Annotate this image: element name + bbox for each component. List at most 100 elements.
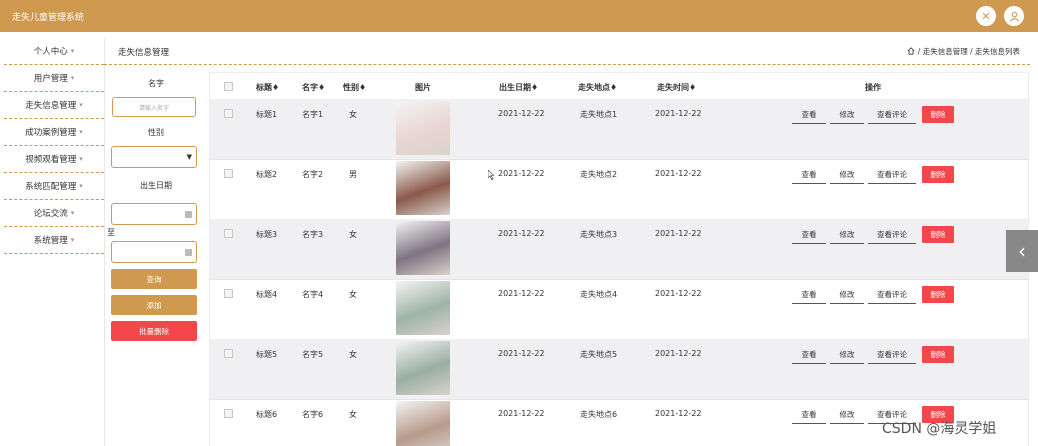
row-checkbox[interactable] — [224, 349, 233, 358]
child-photo — [396, 281, 450, 335]
select-all-checkbox[interactable] — [224, 82, 233, 91]
header-birth[interactable]: 出生日期♦ — [499, 82, 538, 93]
table-row: 标题3 名字3 女 2021-12-22 走失地点3 2021-12-22 查看 修改 查看评论… — [210, 219, 1028, 280]
row-checkbox[interactable] — [224, 109, 233, 118]
edit-button[interactable]: 修改 — [830, 106, 864, 124]
sidebar-item[interactable]: 用户管理 ▾ — [4, 65, 104, 92]
sidebar-item[interactable]: 走失信息管理 ▾ — [4, 92, 104, 119]
delete-button[interactable]: 删除 — [922, 286, 954, 303]
cell-place: 走失地点1 — [580, 110, 618, 119]
sidebar-item-label: 走失信息管理 — [25, 101, 77, 111]
edit-button[interactable]: 修改 — [830, 166, 864, 184]
sidebar-item-label: 论坛交流 — [33, 209, 68, 219]
cell-birth: 2021-12-22 — [498, 289, 545, 298]
close-icon[interactable]: ✕ — [976, 6, 996, 26]
birth-start-input[interactable] — [111, 203, 197, 225]
query-button[interactable]: 查询 — [111, 269, 197, 289]
cell-name: 名字6 — [302, 410, 324, 419]
cell-time: 2021-12-22 — [655, 229, 702, 238]
view-comments-button[interactable]: 查看评论 — [868, 346, 916, 364]
delete-button[interactable]: 删除 — [922, 106, 954, 123]
cell-birth: 2021-12-22 — [498, 169, 545, 178]
add-button[interactable]: 添加 — [111, 295, 197, 315]
breadcrumb-bar: 走失信息管理 / 走失信息管理 / 走失信息列表 — [104, 38, 1030, 65]
page-title: 走失信息管理 — [118, 48, 170, 58]
cell-title: 标题2 — [256, 170, 278, 179]
child-photo — [396, 341, 450, 395]
sidebar-item[interactable]: 论坛交流 ▾ — [4, 200, 104, 227]
cell-birth: 2021-12-22 — [498, 109, 545, 118]
cell-time: 2021-12-22 — [655, 409, 702, 418]
sidebar-item-label: 系统管理 — [33, 236, 68, 246]
chevron-down-icon: ▾ — [70, 74, 75, 82]
table-row: 标题1 名字1 女 2021-12-22 走失地点1 2021-12-22 查看 修改 查看评论… — [210, 99, 1028, 160]
sidebar-item[interactable]: 视频观看管理 ▾ — [4, 146, 104, 173]
header-time[interactable]: 走失时间♦ — [657, 82, 696, 93]
delete-button[interactable]: 删除 — [922, 346, 954, 363]
sidebar-item[interactable]: 个人中心 ▾ — [4, 38, 104, 65]
view-button[interactable]: 查看 — [792, 106, 826, 124]
view-comments-button[interactable]: 查看评论 — [868, 106, 916, 124]
header-gender[interactable]: 性别♦ — [343, 82, 366, 93]
cell-time: 2021-12-22 — [655, 289, 702, 298]
gender-select[interactable]: ▼ — [111, 146, 197, 168]
header-title[interactable]: 标题♦ — [256, 82, 279, 93]
cell-name: 名字5 — [302, 350, 324, 359]
name-placeholder: 请输入名字 — [138, 104, 169, 112]
view-button[interactable]: 查看 — [792, 406, 826, 424]
cell-name: 名字4 — [302, 290, 324, 299]
view-button[interactable]: 查看 — [792, 226, 826, 244]
cell-gender: 女 — [349, 290, 357, 299]
row-checkbox[interactable] — [224, 289, 233, 298]
cell-place: 走失地点4 — [580, 290, 618, 299]
birth-end-input[interactable] — [111, 241, 197, 263]
chevron-down-icon: ▾ — [79, 101, 83, 109]
edit-button[interactable]: 修改 — [830, 346, 864, 364]
watermark: CSDN @海灵学姐 — [882, 421, 997, 437]
cell-birth: 2021-12-22 — [498, 409, 545, 418]
breadcrumb-path[interactable]: / 走失信息管理 / 走失信息列表 — [918, 46, 1020, 57]
child-photo — [396, 161, 450, 215]
name-label: 名字 — [148, 79, 164, 88]
batch-delete-button[interactable]: 批量删除 — [111, 321, 197, 341]
edit-button[interactable]: 修改 — [830, 226, 864, 244]
chevron-down-icon: ▾ — [70, 236, 75, 244]
view-comments-button[interactable]: 查看评论 — [868, 286, 916, 304]
calendar-icon — [185, 249, 192, 256]
cursor-icon — [488, 170, 494, 180]
birth-label: 出生日期 — [140, 181, 172, 190]
user-icon[interactable] — [1004, 6, 1024, 26]
sidebar-item-label: 系统匹配管理 — [25, 182, 77, 192]
header-name[interactable]: 名字♦ — [302, 82, 325, 93]
home-icon[interactable] — [907, 46, 915, 57]
table-row: 标题2 名字2 男 2021-12-22 走失地点2 2021-12-22 查看 修改 查看评论… — [210, 159, 1028, 220]
sidebar-item-label: 成功案例管理 — [25, 128, 77, 138]
sidebar-item[interactable]: 系统管理 ▾ — [4, 227, 104, 254]
delete-button[interactable]: 删除 — [922, 166, 954, 183]
cell-name: 名字2 — [302, 170, 324, 179]
cell-place: 走失地点5 — [580, 350, 618, 359]
edit-button[interactable]: 修改 — [830, 406, 864, 424]
cell-title: 标题6 — [256, 410, 278, 419]
cell-title: 标题3 — [256, 230, 278, 239]
row-checkbox[interactable] — [224, 169, 233, 178]
header-place[interactable]: 走失地点♦ — [578, 82, 617, 93]
side-toggle-chevron-left-icon[interactable]: ‹ — [1006, 230, 1038, 272]
view-button[interactable]: 查看 — [792, 346, 826, 364]
calendar-icon — [185, 211, 192, 218]
sidebar-item[interactable]: 系统匹配管理 ▾ — [4, 173, 104, 200]
sidebar-item[interactable]: 成功案例管理 ▾ — [4, 119, 104, 146]
delete-button[interactable]: 删除 — [922, 226, 954, 243]
view-button[interactable]: 查看 — [792, 286, 826, 304]
to-label: 至 — [107, 228, 115, 237]
name-input[interactable]: 请输入名字 — [112, 97, 196, 117]
edit-button[interactable]: 修改 — [830, 286, 864, 304]
row-checkbox[interactable] — [224, 409, 233, 418]
row-checkbox[interactable] — [224, 229, 233, 238]
view-comments-button[interactable]: 查看评论 — [868, 226, 916, 244]
cell-gender: 女 — [349, 230, 357, 239]
cell-name: 名字1 — [302, 110, 324, 119]
sidebar-item-label: 个人中心 — [33, 47, 68, 57]
view-button[interactable]: 查看 — [792, 166, 826, 184]
view-comments-button[interactable]: 查看评论 — [868, 166, 916, 184]
